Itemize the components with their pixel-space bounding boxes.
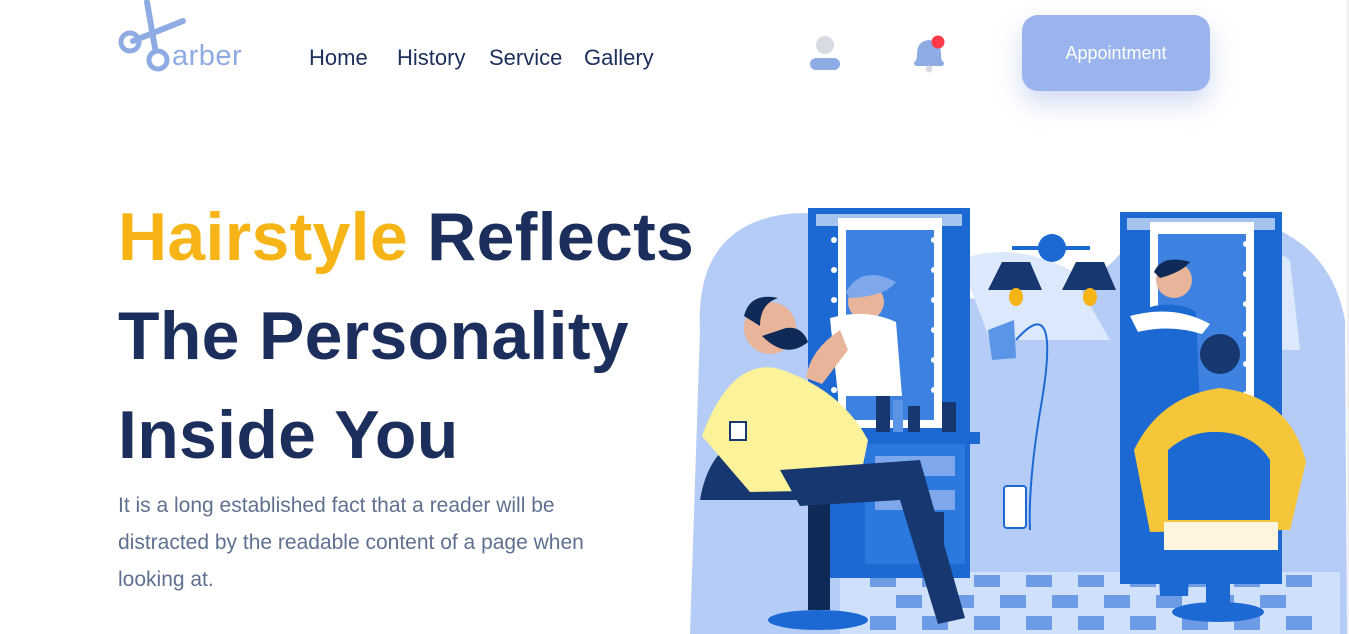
hero-description: It is a long established fact that a rea… xyxy=(118,494,584,591)
barbershop-illustration xyxy=(690,208,1347,634)
hero-headline: Hairstyle Reflects The Personality Insid… xyxy=(118,188,718,485)
headline-line2: The Personality xyxy=(118,298,629,374)
headline-line3: Inside You xyxy=(118,397,459,473)
notifications-button[interactable] xyxy=(910,32,950,76)
headline-line1-rest: Reflects xyxy=(407,199,695,275)
nav-home[interactable]: Home xyxy=(309,44,368,72)
nav-gallery[interactable]: Gallery xyxy=(584,44,654,72)
nav-history[interactable]: History xyxy=(397,44,465,72)
notification-bell-icon xyxy=(914,35,945,73)
user-icon xyxy=(810,36,840,70)
headline-accent-word: Hairstyle xyxy=(118,199,408,275)
user-account-button[interactable] xyxy=(806,34,844,74)
nav-service[interactable]: Service xyxy=(489,44,562,72)
logo-text: arber xyxy=(172,40,243,72)
logo[interactable]: arber xyxy=(117,0,257,76)
appointment-button[interactable]: Appointment xyxy=(1022,15,1210,91)
